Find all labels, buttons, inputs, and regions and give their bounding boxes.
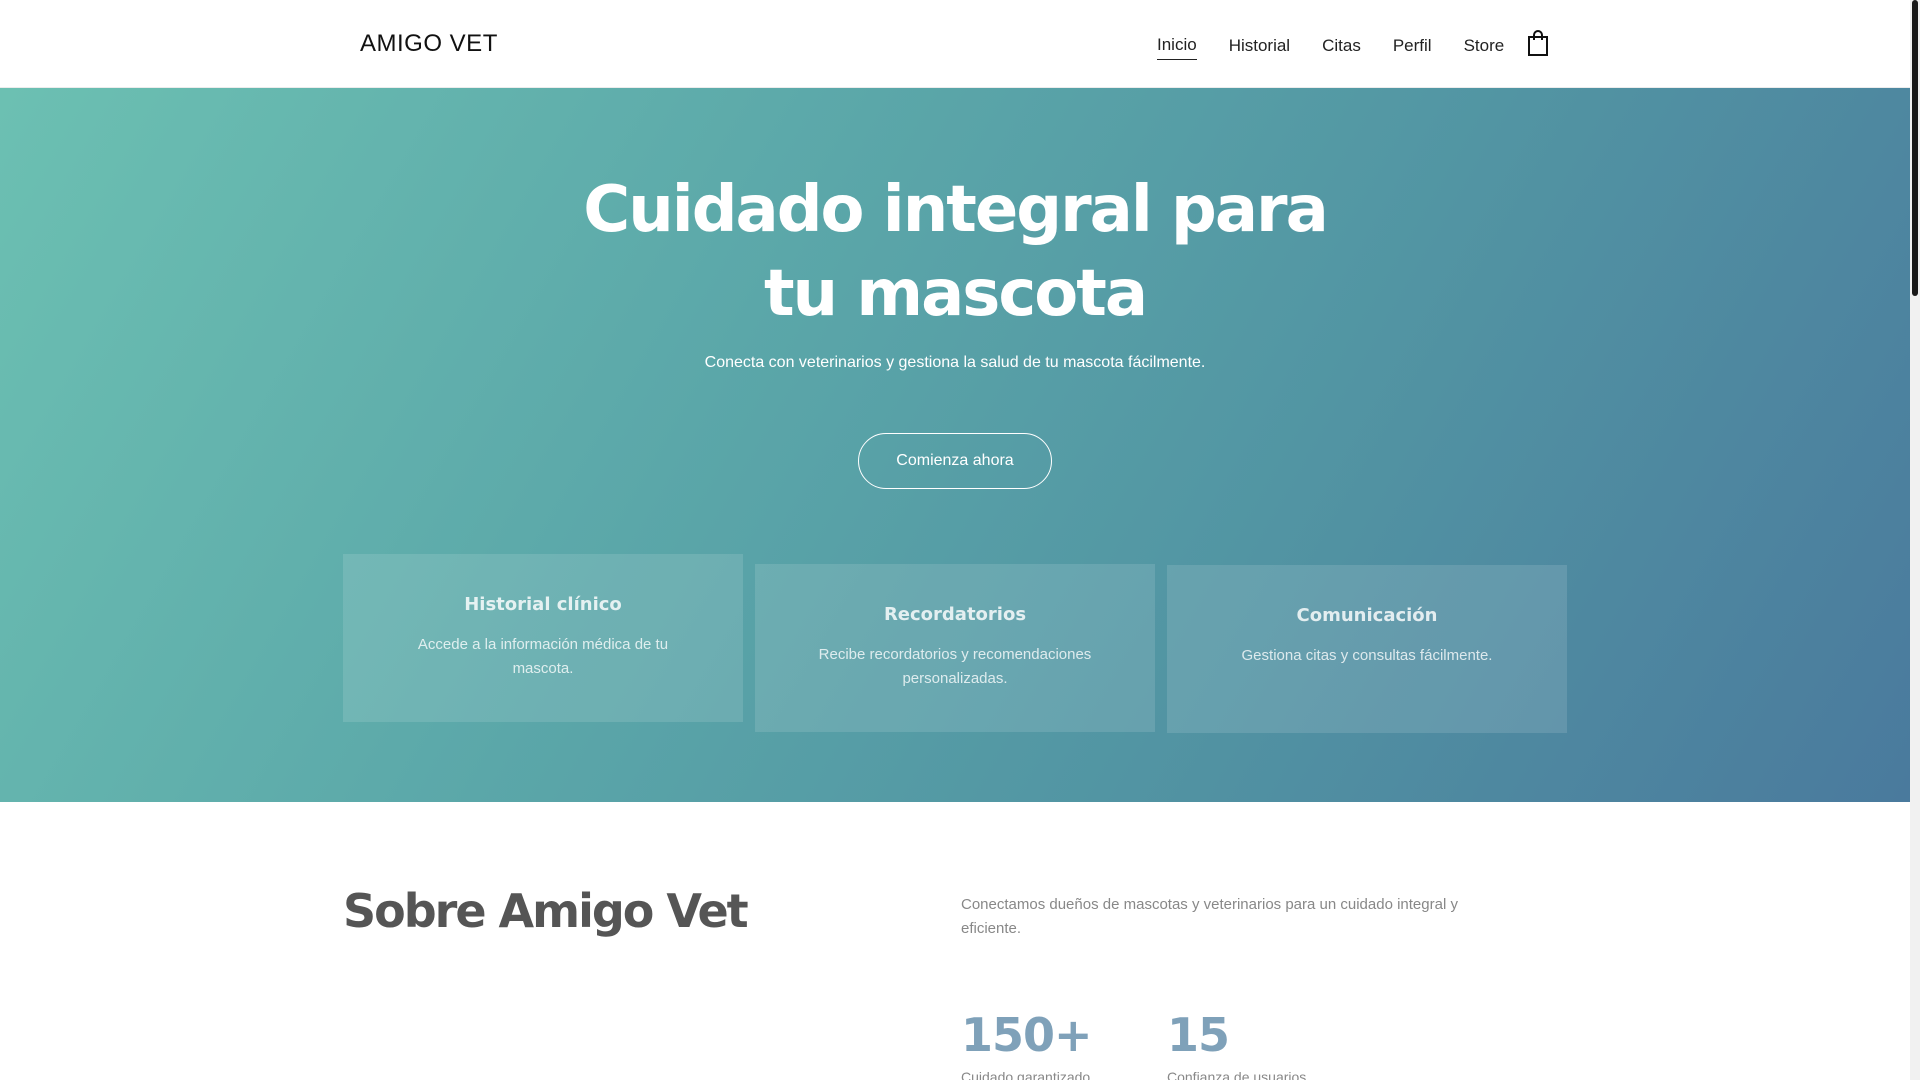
hero-section: Cuidado integral para tu mascota Conecta… xyxy=(0,88,1910,802)
page: AMIGO VET Inicio Historial Citas Perfil … xyxy=(0,0,1910,1080)
site-header: AMIGO VET Inicio Historial Citas Perfil … xyxy=(0,0,1910,88)
scrollbar-thumb[interactable] xyxy=(1912,0,1918,296)
feature-card-text: Gestiona citas y consultas fácilmente. xyxy=(1241,647,1493,664)
nav-link-store[interactable]: Store xyxy=(1464,35,1505,60)
feature-card-historial[interactable]: Historial clínico Accede a la informació… xyxy=(343,554,743,722)
stat-label: Cuidado garantizado xyxy=(961,1069,1091,1080)
feature-card-recordatorios[interactable]: Recordatorios Recibe recordatorios y rec… xyxy=(755,564,1155,732)
about-title: Sobre Amigo Vet xyxy=(343,884,749,938)
nav-link-historial[interactable]: Historial xyxy=(1229,35,1290,60)
cta-button[interactable]: Comienza ahora xyxy=(858,433,1052,489)
main-nav: Inicio Historial Citas Perfil Store xyxy=(1157,34,1536,60)
stat-item: 150+ Cuidado garantizado xyxy=(961,1005,1093,1080)
page-scrollbar[interactable] xyxy=(1910,0,1920,1080)
feature-card-title: Comunicación xyxy=(1296,605,1438,626)
feature-card-title: Recordatorios xyxy=(883,604,1027,625)
stat-value: 15 xyxy=(1167,1008,1230,1062)
stat-label: Confianza de usuarios xyxy=(1167,1069,1307,1080)
feature-card-text: Recibe recordatorios y recomendaciones p… xyxy=(818,646,1092,687)
nav-link-citas[interactable]: Citas xyxy=(1322,35,1361,60)
about-text: Conectamos dueños de mascotas y veterina… xyxy=(961,896,1458,937)
shopping-bag-icon[interactable] xyxy=(1526,29,1550,57)
brand-logo[interactable]: AMIGO VET xyxy=(360,30,498,58)
feature-card-text: Accede a la información médica de tu mas… xyxy=(417,636,669,677)
stat-value: 150+ xyxy=(961,1008,1093,1062)
hero-title: Cuidado integral para tu mascota xyxy=(583,173,1329,331)
nav-link-inicio[interactable]: Inicio xyxy=(1157,34,1197,60)
feature-card-comunicacion[interactable]: Comunicación Gestiona citas y consultas … xyxy=(1167,565,1567,733)
hero-subtitle: Conecta con veterinarios y gestiona la s… xyxy=(704,354,1206,371)
nav-link-perfil[interactable]: Perfil xyxy=(1393,35,1432,60)
feature-card-title: Historial clínico xyxy=(464,594,622,615)
stat-item: 15 Confianza de usuarios xyxy=(1167,1005,1306,1080)
